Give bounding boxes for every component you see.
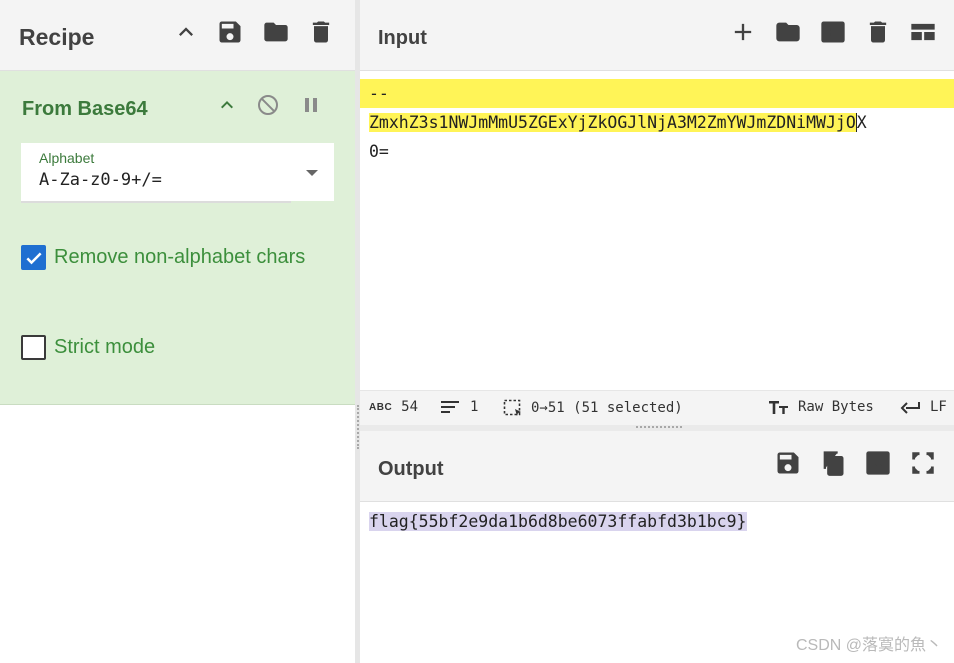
copy-icon[interactable] bbox=[818, 448, 848, 478]
output-header: Output bbox=[360, 431, 954, 502]
return-arrow-icon bbox=[900, 402, 920, 414]
checkbox-checked-icon[interactable] bbox=[21, 245, 46, 270]
output-pane: Output flag{55bf2e9da1b6d8be6073ffabfd3b… bbox=[360, 431, 954, 663]
recipe-header: Recipe bbox=[0, 0, 355, 71]
input-selected-text: ZmxhZ3s1NWJmMmU5ZGExYjZkOGJlNjA3M2ZmYWJm… bbox=[369, 113, 856, 132]
checkbox-unchecked-icon[interactable] bbox=[21, 335, 46, 360]
splitter-grip[interactable] bbox=[636, 426, 682, 428]
operation-from-base64: From Base64 Alphabet A-Za-z0-9+/= Remove… bbox=[0, 71, 355, 405]
disable-icon[interactable] bbox=[254, 91, 282, 119]
output-title: Output bbox=[378, 458, 444, 480]
input-title: Input bbox=[378, 27, 427, 49]
layout-icon[interactable] bbox=[908, 17, 938, 47]
save-icon[interactable] bbox=[773, 448, 803, 478]
caret-down-icon[interactable] bbox=[306, 170, 318, 176]
pause-icon[interactable] bbox=[297, 91, 325, 119]
folder-icon[interactable] bbox=[261, 17, 291, 47]
chevron-up-icon[interactable] bbox=[213, 91, 241, 119]
recipe-title: Recipe bbox=[19, 24, 95, 50]
import-icon[interactable] bbox=[818, 17, 848, 47]
input-unselected-text: X bbox=[855, 113, 867, 132]
strict-mode-checkbox[interactable]: Strict mode bbox=[21, 335, 155, 360]
selection-value: 0→51 (51 selected) bbox=[531, 400, 683, 416]
input-line-2: ZmxhZ3s1NWJmMmU5ZGExYjZkOGJlNjA3M2ZmYWJm… bbox=[360, 108, 954, 137]
input-line-1: -- bbox=[360, 79, 954, 108]
input-header: Input bbox=[360, 0, 954, 71]
recipe-pane: Recipe From Base64 Alphabet A-Za-z0-9+/= bbox=[0, 0, 355, 663]
input-textarea[interactable]: -- ZmxhZ3s1NWJmMmU5ZGExYjZkOGJlNjA3M2ZmY… bbox=[360, 79, 954, 166]
input-pane: Input -- ZmxhZ3s1NWJmMmU5ZGExYjZkOGJlNjA… bbox=[360, 0, 954, 425]
save-icon[interactable] bbox=[215, 17, 245, 47]
selection-stat: 0→51 (51 selected) bbox=[503, 399, 683, 417]
text-format-icon bbox=[769, 401, 788, 414]
alphabet-label: Alphabet bbox=[39, 150, 95, 166]
chevron-up-icon[interactable] bbox=[171, 17, 201, 47]
trash-icon[interactable] bbox=[306, 17, 336, 47]
folder-icon[interactable] bbox=[773, 17, 803, 47]
operation-title: From Base64 bbox=[22, 98, 148, 120]
length-label: ABC bbox=[369, 401, 393, 413]
output-value: flag{55bf2e9da1b6d8be6073ffabfd3b1bc9} bbox=[369, 512, 747, 531]
alphabet-value: A-Za-z0-9+/= bbox=[39, 170, 162, 190]
input-status-bar: ABC 54 1 0→51 (51 selected) Raw Bytes LF bbox=[360, 390, 954, 425]
length-stat: ABC 54 bbox=[369, 399, 418, 415]
splitter-grip[interactable] bbox=[357, 405, 359, 449]
lines-stat: 1 bbox=[440, 399, 478, 415]
encoding-value: Raw Bytes bbox=[798, 399, 874, 415]
eol-stat[interactable]: LF bbox=[900, 399, 947, 415]
input-line-3: 0= bbox=[369, 142, 389, 161]
length-value: 54 bbox=[401, 399, 419, 415]
replace-input-icon[interactable] bbox=[863, 448, 893, 478]
remove-non-alphabet-checkbox[interactable]: Remove non-alphabet chars bbox=[21, 245, 305, 270]
select-underline-gap bbox=[291, 201, 334, 203]
lines-icon bbox=[441, 401, 459, 413]
alphabet-select[interactable]: Alphabet A-Za-z0-9+/= bbox=[21, 143, 334, 203]
trash-icon[interactable] bbox=[863, 17, 893, 47]
plus-icon[interactable] bbox=[728, 17, 758, 47]
selection-icon bbox=[503, 399, 521, 416]
remove-non-alphabet-label: Remove non-alphabet chars bbox=[54, 246, 306, 268]
eol-value: LF bbox=[930, 399, 947, 415]
encoding-stat[interactable]: Raw Bytes bbox=[768, 399, 874, 415]
watermark: CSDN @落寞的魚丶 bbox=[795, 637, 942, 654]
output-textarea[interactable]: flag{55bf2e9da1b6d8be6073ffabfd3b1bc9} bbox=[369, 509, 747, 535]
strict-mode-label: Strict mode bbox=[54, 336, 156, 358]
lines-value: 1 bbox=[470, 399, 479, 415]
fullscreen-icon[interactable] bbox=[908, 448, 938, 478]
